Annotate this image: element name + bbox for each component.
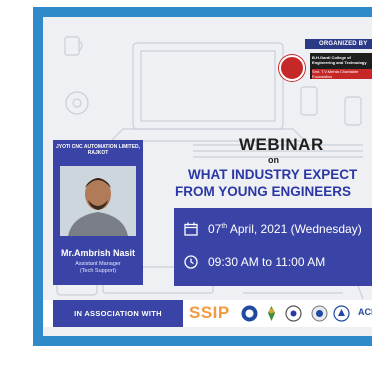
partner-logo-1-icon bbox=[241, 305, 258, 322]
college-name-box: B.H.Gardi College of Engineering and Tec… bbox=[310, 53, 372, 79]
ssip-logo: SSIP bbox=[189, 303, 230, 322]
speaker-role: Assistant Manager (Tech Support) bbox=[53, 261, 143, 274]
event-time: 09:30 AM to 11:00 AM bbox=[184, 255, 325, 269]
association-bar: IN ASSOCIATION WITH SSIP ACM bbox=[43, 300, 372, 327]
clock-icon bbox=[184, 255, 198, 269]
date-day: 07 bbox=[208, 222, 222, 236]
college-line-3: Smt. T.V.Mehta Charitable Foundation bbox=[312, 69, 372, 79]
college-logo-icon bbox=[279, 55, 305, 81]
partner-logo-4-icon bbox=[311, 305, 328, 322]
webinar-title-line-2: FROM YOUNG ENGINEERS bbox=[175, 184, 352, 199]
speaker-name: Mr.Ambrish Nasit bbox=[60, 248, 136, 258]
organized-by-ribbon: ORGANIZED BY bbox=[305, 39, 372, 49]
association-label: IN ASSOCIATION WITH bbox=[53, 300, 183, 327]
event-date: 07th April, 2021 (Wednesday) bbox=[184, 222, 362, 236]
webinar-heading: WEBINAR bbox=[239, 135, 324, 154]
speaker-portrait-icon bbox=[60, 166, 136, 236]
date-rest: April, 2021 (Wednesday) bbox=[227, 222, 362, 236]
partner-logo-2-icon bbox=[268, 306, 275, 321]
partner-logo-5-icon bbox=[333, 305, 350, 322]
poster: ORGANIZED BY B.H.Gardi College of Engine… bbox=[43, 17, 372, 336]
speaker-photo bbox=[60, 166, 136, 236]
calendar-icon bbox=[184, 222, 198, 236]
schedule-band: 07th April, 2021 (Wednesday) 09:30 AM to… bbox=[174, 208, 372, 286]
webinar-title-line-1: WHAT INDUSTRY EXPECT bbox=[188, 167, 358, 182]
college-line-2: Engineering and Technology bbox=[312, 60, 367, 65]
webinar-connector: on bbox=[268, 155, 279, 165]
speaker-role-dept: (Tech Support) bbox=[79, 267, 117, 274]
partner-logo-3-icon bbox=[285, 305, 302, 322]
speaker-panel: JYOTI CNC AUTOMATION LIMITED, RAJKOT Mr.… bbox=[53, 140, 143, 285]
time-range: 09:30 AM to 11:00 AM bbox=[208, 255, 326, 269]
speaker-company: JYOTI CNC AUTOMATION LIMITED, RAJKOT bbox=[55, 144, 141, 156]
acm-logo: ACM bbox=[358, 307, 372, 317]
poster-frame: ORGANIZED BY B.H.Gardi College of Engine… bbox=[33, 7, 372, 346]
